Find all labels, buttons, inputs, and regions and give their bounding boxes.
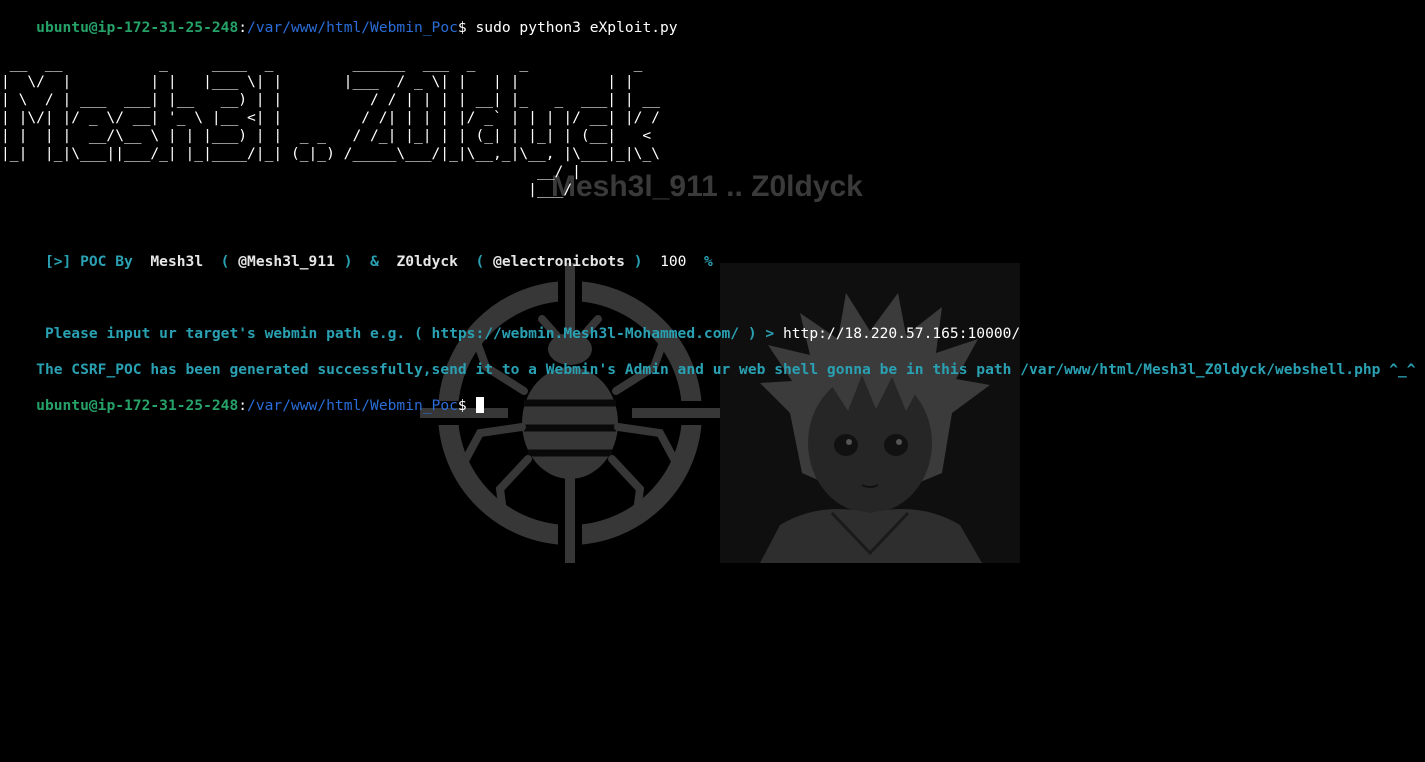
prompt-user-host: ubuntu@ip-172-31-25-248 — [36, 19, 239, 36]
prompt-symbol: $ — [457, 19, 467, 36]
prompt-user-host: ubuntu@ip-172-31-25-248 — [36, 397, 239, 414]
target-input-line: Please input ur target's webmin path e.g… — [1, 307, 1020, 342]
command-text: sudo python3 eXploit.py — [466, 19, 678, 36]
ascii-banner-line: __/ | — [1, 163, 669, 180]
target-input-answer: http://18.220.57.165:10000/ — [782, 325, 1021, 342]
credits-paren-open-2: ( — [457, 253, 494, 270]
prompt-separator: : — [238, 19, 248, 36]
ascii-banner-line: | |\/| |/ _ \/ __| '_ \ |__ <| | / /| | … — [1, 109, 660, 126]
prompt-path: /var/www/html/Webmin_Poc — [247, 397, 458, 414]
credits-author-1: Mesh3l — [150, 253, 204, 270]
credits-paren-close-2: ) — [624, 253, 661, 270]
terminal-window[interactable]: Mesh3l_911 .. Z0ldyck ubuntu@ip-172-31-2… — [0, 0, 1425, 762]
target-input-question: Please input ur target's webmin path e.g… — [36, 325, 783, 342]
text-cursor[interactable] — [475, 397, 484, 413]
ascii-banner-line: __ __ _ ____ _ ______ ___ _ _ _ — [1, 55, 678, 72]
progress-value: 100 — [660, 253, 687, 270]
command-prompt-line: ubuntu@ip-172-31-25-248:/var/www/html/We… — [1, 1, 677, 36]
prompt-path: /var/www/html/Webmin_Poc — [247, 19, 458, 36]
credits-prefix: [>] POC By — [36, 253, 151, 270]
prompt-symbol: $ — [457, 397, 467, 414]
credits-paren-close-1: ) & — [334, 253, 397, 270]
ascii-banner-line: | \/ | | | |___ \| | |___ / _ \| | | | |… — [1, 73, 660, 90]
ascii-banner-line: |_| |_|\___||___/_| |_|____/|_| (_|_) /_… — [1, 145, 660, 162]
progress-percent-sign: % — [686, 253, 713, 270]
result-message-line: The CSRF_POC has been generated successf… — [1, 343, 1415, 378]
prompt-separator: : — [238, 397, 248, 414]
result-message: The CSRF_POC has been generated successf… — [36, 361, 1416, 378]
credits-author-2: Z0ldyck — [396, 253, 458, 270]
credits-paren-open-1: ( — [203, 253, 239, 270]
credits-handle-2: @electronicbots — [493, 253, 625, 270]
credits-line: [>] POC By Mesh3l ( @Mesh3l_911 ) & Z0ld… — [1, 235, 713, 270]
ascii-banner-line: | | | | __/\__ \ | | |___) | | _ _ / /_|… — [1, 127, 660, 144]
active-prompt-line[interactable]: ubuntu@ip-172-31-25-248:/var/www/html/We… — [1, 379, 484, 414]
ascii-banner-line: | \ / | ___ ___| |__ __) | | / / | | | |… — [1, 91, 660, 108]
ascii-banner: __ __ _ ____ _ ______ ___ _ _ _ | \/ | |… — [1, 55, 678, 199]
credits-handle-1: @Mesh3l_911 — [238, 253, 335, 270]
ascii-banner-line: |___/ — [1, 181, 669, 198]
